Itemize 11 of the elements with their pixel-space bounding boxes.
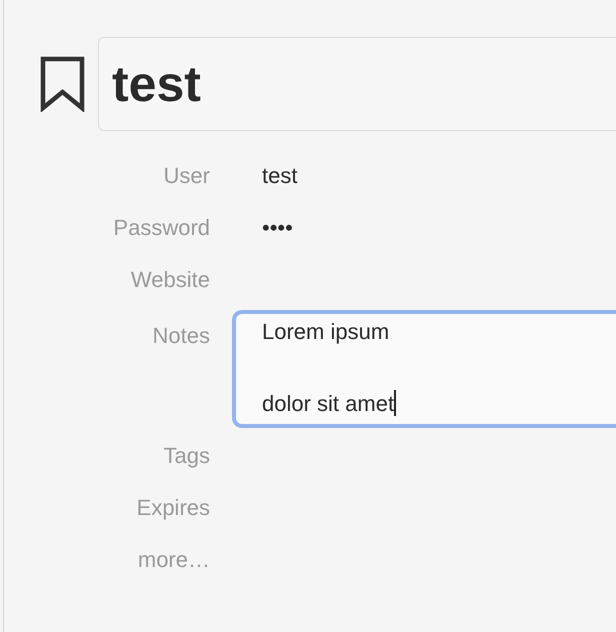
field-label: Website: [130, 266, 210, 294]
title-field[interactable]: test: [98, 37, 616, 131]
field-label: Password: [112, 214, 210, 242]
bookmark-icon: [40, 56, 85, 112]
field-label: User: [162, 162, 210, 190]
field-label: Tags: [162, 442, 210, 470]
notes-field[interactable]: Lorem ipsum dolor sit amet: [232, 310, 616, 428]
field-label: Expires: [136, 494, 210, 522]
field-value[interactable]: ••••: [262, 202, 616, 254]
field-label: Notes: [152, 322, 210, 350]
field-value[interactable]: test: [262, 150, 616, 202]
